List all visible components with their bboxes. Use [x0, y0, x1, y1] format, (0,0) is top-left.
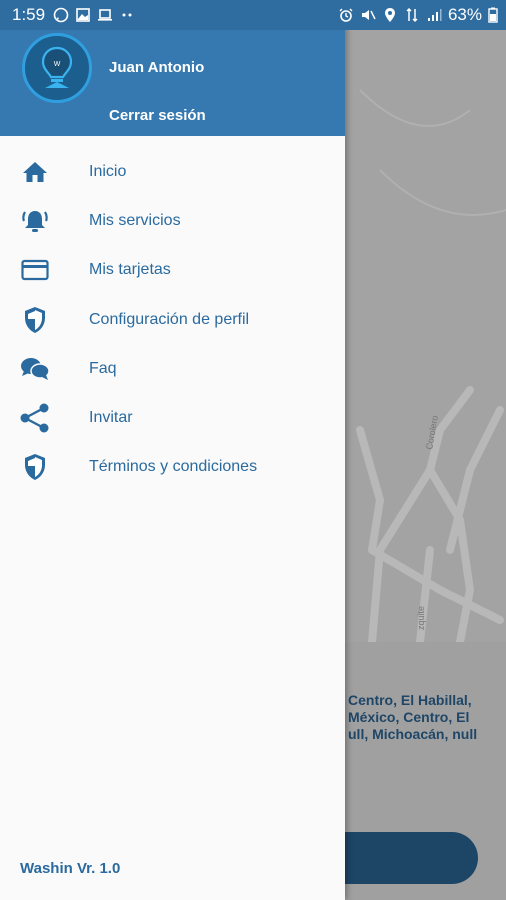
laptop-icon	[98, 9, 113, 21]
alarm-icon	[339, 8, 353, 22]
menu-item-label: Faq	[89, 359, 117, 377]
menu-item-label: Inicio	[89, 162, 127, 180]
more-dots-icon	[122, 13, 132, 17]
notification-icons	[53, 7, 135, 23]
shield-icon	[20, 305, 50, 335]
whatsapp-icon	[53, 7, 69, 23]
bell-ring-icon	[20, 206, 50, 236]
menu-item-terminos[interactable]: Términos y condiciones	[0, 443, 345, 492]
avatar[interactable]: W	[22, 33, 92, 103]
data-icon	[406, 7, 418, 23]
menu-item-label: Mis tarjetas	[89, 261, 171, 279]
menu-item-mis-tarjetas[interactable]: Mis tarjetas	[0, 246, 345, 295]
menu-item-faq[interactable]: Faq	[0, 344, 345, 393]
svg-text:W: W	[54, 61, 61, 68]
logout-button[interactable]: Cerrar sesión	[109, 107, 206, 124]
status-bar: 1:59 63%	[0, 0, 506, 30]
menu-item-label: Configuración de perfil	[89, 310, 250, 328]
status-time: 1:59	[12, 5, 46, 24]
share-icon	[20, 403, 50, 433]
location-icon	[384, 8, 395, 22]
drawer-menu: Inicio Mis servicios Mis tarjetas Config…	[0, 147, 345, 492]
chat-bubbles-icon	[20, 354, 50, 384]
navigation-drawer: W Juan Antonio Cerrar sesión Inicio Mis …	[0, 0, 345, 900]
address-line: ull, Michoacán, null	[348, 726, 478, 742]
street-label: zquite	[416, 606, 426, 630]
menu-item-label: Términos y condiciones	[89, 458, 258, 476]
image-icon	[76, 8, 90, 22]
battery-percentage: 63%	[447, 5, 482, 24]
menu-item-label: Mis servicios	[89, 211, 181, 229]
lightbulb-logo-icon: W	[41, 46, 73, 88]
credit-card-icon	[20, 255, 50, 285]
home-icon	[20, 157, 50, 187]
user-name: Juan Antonio	[109, 59, 205, 76]
signal-icon	[427, 9, 442, 21]
system-icons: 63%	[338, 5, 498, 25]
app-version: Washin Vr. 1.0	[20, 860, 121, 877]
menu-item-label: Invitar	[89, 409, 133, 427]
menu-item-configuracion[interactable]: Configuración de perfil	[0, 295, 345, 344]
address-line: México, Centro, El	[348, 709, 470, 725]
address-line: Centro, El Habillal,	[348, 692, 472, 708]
address-text: Centro, El Habillal, México, Centro, El …	[348, 692, 477, 743]
mute-icon	[361, 10, 376, 20]
menu-item-inicio[interactable]: Inicio	[0, 147, 345, 196]
menu-item-invitar[interactable]: Invitar	[0, 393, 345, 442]
menu-item-mis-servicios[interactable]: Mis servicios	[0, 196, 345, 245]
shield-icon	[20, 452, 50, 482]
battery-icon	[488, 7, 498, 23]
